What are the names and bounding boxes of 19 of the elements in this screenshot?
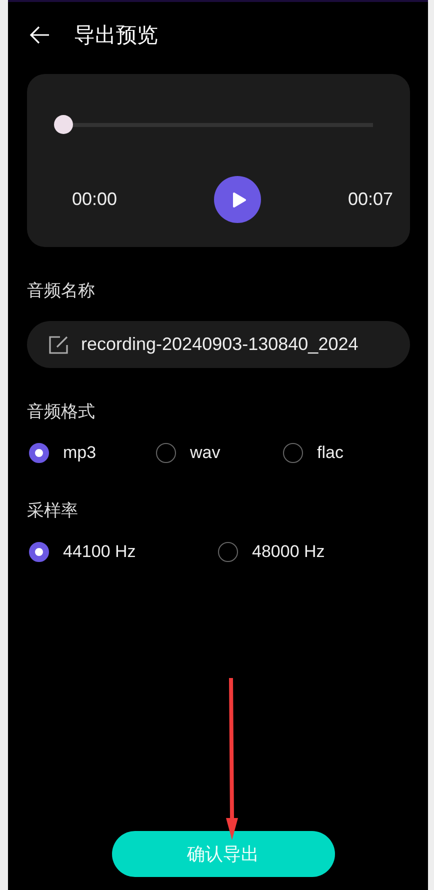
section-label: 音频格式 — [27, 401, 96, 423]
slider-thumb[interactable] — [54, 115, 73, 134]
page-title: 导出预览 — [74, 23, 158, 49]
radio-button[interactable] — [29, 542, 49, 562]
duration-time: 00:07 — [348, 189, 393, 210]
radio-option[interactable]: flac — [283, 439, 410, 467]
radio-button[interactable] — [283, 443, 303, 463]
play-button[interactable] — [214, 176, 261, 223]
radio-option[interactable]: mp3 — [29, 439, 156, 467]
radio-option[interactable]: wav — [156, 439, 283, 467]
radio-button[interactable] — [156, 443, 176, 463]
elapsed-time: 00:00 — [72, 189, 118, 210]
name-field[interactable]: recording-20240903-130840_2024 — [27, 321, 410, 368]
radio-button[interactable] — [29, 443, 49, 463]
radio-option[interactable]: 48000 Hz — [218, 538, 407, 566]
section-label: 音频名称 — [27, 280, 96, 302]
radio-button[interactable] — [218, 542, 238, 562]
section-label: 采样率 — [27, 500, 79, 522]
radio-option[interactable]: 44100 Hz — [29, 538, 218, 566]
